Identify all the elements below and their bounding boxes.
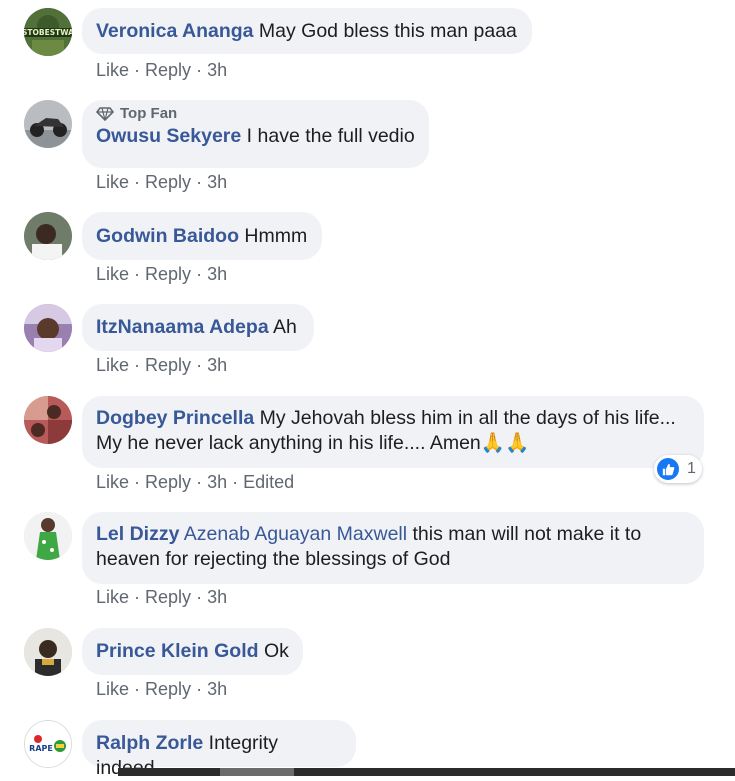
comment-text: I have the full vedio [241, 125, 415, 147]
timestamp[interactable]: 3h [207, 264, 227, 284]
comment-actions: Like · Reply · 3h [96, 586, 227, 608]
separator: · [134, 172, 141, 192]
reply-link[interactable]: Reply [145, 587, 191, 607]
author-name[interactable]: Dogbey Princella [96, 407, 254, 429]
avatar[interactable]: RAPE [24, 720, 72, 768]
avatar[interactable] [24, 100, 72, 148]
horizontal-scrollbar[interactable] [118, 768, 735, 776]
scrollbar-thumb[interactable] [220, 768, 294, 776]
timestamp[interactable]: 3h [207, 472, 227, 492]
separator: · [134, 472, 141, 492]
avatar-text: STOBESTWA [24, 28, 72, 37]
reply-link[interactable]: Reply [145, 355, 191, 375]
comment-text: Ok [258, 640, 289, 662]
comment-actions: Like · Reply · 3h [96, 678, 227, 700]
diamond-icon [96, 107, 114, 121]
comment-actions: Like · Reply · 3h [96, 354, 227, 376]
timestamp[interactable]: 3h [207, 172, 227, 192]
like-link[interactable]: Like [96, 264, 129, 284]
author-name[interactable]: Ralph Zorle [96, 732, 203, 754]
comment-bubble: Ralph Zorle Integrity indeed [82, 720, 356, 779]
separator: · [196, 172, 203, 192]
author-name[interactable]: Godwin Baidoo [96, 225, 239, 247]
comment-bubble: Godwin Baidoo Hmmm [82, 212, 322, 260]
reaction-count[interactable]: 1 [654, 455, 702, 483]
like-link[interactable]: Like [96, 60, 129, 80]
avatar-text: RAPE [29, 744, 53, 753]
timestamp[interactable]: 3h [207, 679, 227, 699]
separator: · [196, 472, 203, 492]
like-link[interactable]: Like [96, 172, 129, 192]
comment-bubble: Veronica Ananga May God bless this man p… [82, 8, 532, 54]
separator: · [196, 60, 203, 80]
author-name[interactable]: Lel Dizzy [96, 523, 179, 545]
comment-text: May God bless this man paaa [253, 20, 517, 42]
comment-text: Ah [268, 316, 297, 338]
edited-label[interactable]: Edited [243, 472, 294, 492]
separator: · [196, 587, 203, 607]
reaction-number: 1 [687, 460, 696, 477]
reply-link[interactable]: Reply [145, 472, 191, 492]
author-name[interactable]: Prince Klein Gold [96, 640, 259, 662]
top-fan-badge: Top Fan [96, 105, 415, 123]
timestamp[interactable]: 3h [207, 60, 227, 80]
comment-actions: Like · Reply · 3h [96, 263, 227, 285]
separator: · [196, 264, 203, 284]
separator: · [196, 679, 203, 699]
separator: · [134, 355, 141, 375]
reply-link[interactable]: Reply [145, 679, 191, 699]
avatar[interactable] [24, 212, 72, 260]
separator: · [134, 60, 141, 80]
comment-bubble: Dogbey Princella My Jehovah bless him in… [82, 396, 704, 468]
comment-bubble: Top Fan Owusu Sekyere I have the full ve… [82, 100, 429, 168]
avatar[interactable] [24, 396, 72, 444]
badge-label: Top Fan [120, 105, 178, 122]
comment-bubble: Lel Dizzy Azenab Aguayan Maxwell this ma… [82, 512, 704, 584]
comment-actions: Like · Reply · 3h · Edited [96, 471, 294, 493]
comment-actions: Like · Reply · 3h [96, 59, 227, 81]
like-link[interactable]: Like [96, 587, 129, 607]
avatar[interactable]: STOBESTWA [24, 8, 72, 56]
like-reaction-icon [657, 458, 679, 480]
comment-text: Hmmm [238, 225, 308, 247]
author-name[interactable]: Owusu Sekyere [96, 125, 241, 147]
comment-bubble: Prince Klein Gold Ok [82, 628, 303, 675]
reply-link[interactable]: Reply [145, 172, 191, 192]
avatar[interactable] [24, 628, 72, 676]
comment-bubble: ItzNanaama Adepa Ah [82, 304, 314, 351]
separator: · [134, 679, 141, 699]
separator: · [134, 264, 141, 284]
timestamp[interactable]: 3h [207, 355, 227, 375]
author-name[interactable]: Veronica Ananga [96, 20, 254, 42]
like-link[interactable]: Like [96, 355, 129, 375]
timestamp[interactable]: 3h [207, 587, 227, 607]
comment-actions: Like · Reply · 3h [96, 171, 227, 193]
avatar[interactable] [24, 304, 72, 352]
separator: · [196, 355, 203, 375]
separator: · [134, 587, 141, 607]
reply-link[interactable]: Reply [145, 264, 191, 284]
like-link[interactable]: Like [96, 472, 129, 492]
like-link[interactable]: Like [96, 679, 129, 699]
reply-link[interactable]: Reply [145, 60, 191, 80]
separator: · [232, 472, 239, 492]
mention-link[interactable]: Azenab Aguayan Maxwell [184, 523, 407, 545]
author-name[interactable]: ItzNanaama Adepa [96, 316, 269, 338]
avatar[interactable] [24, 512, 72, 560]
